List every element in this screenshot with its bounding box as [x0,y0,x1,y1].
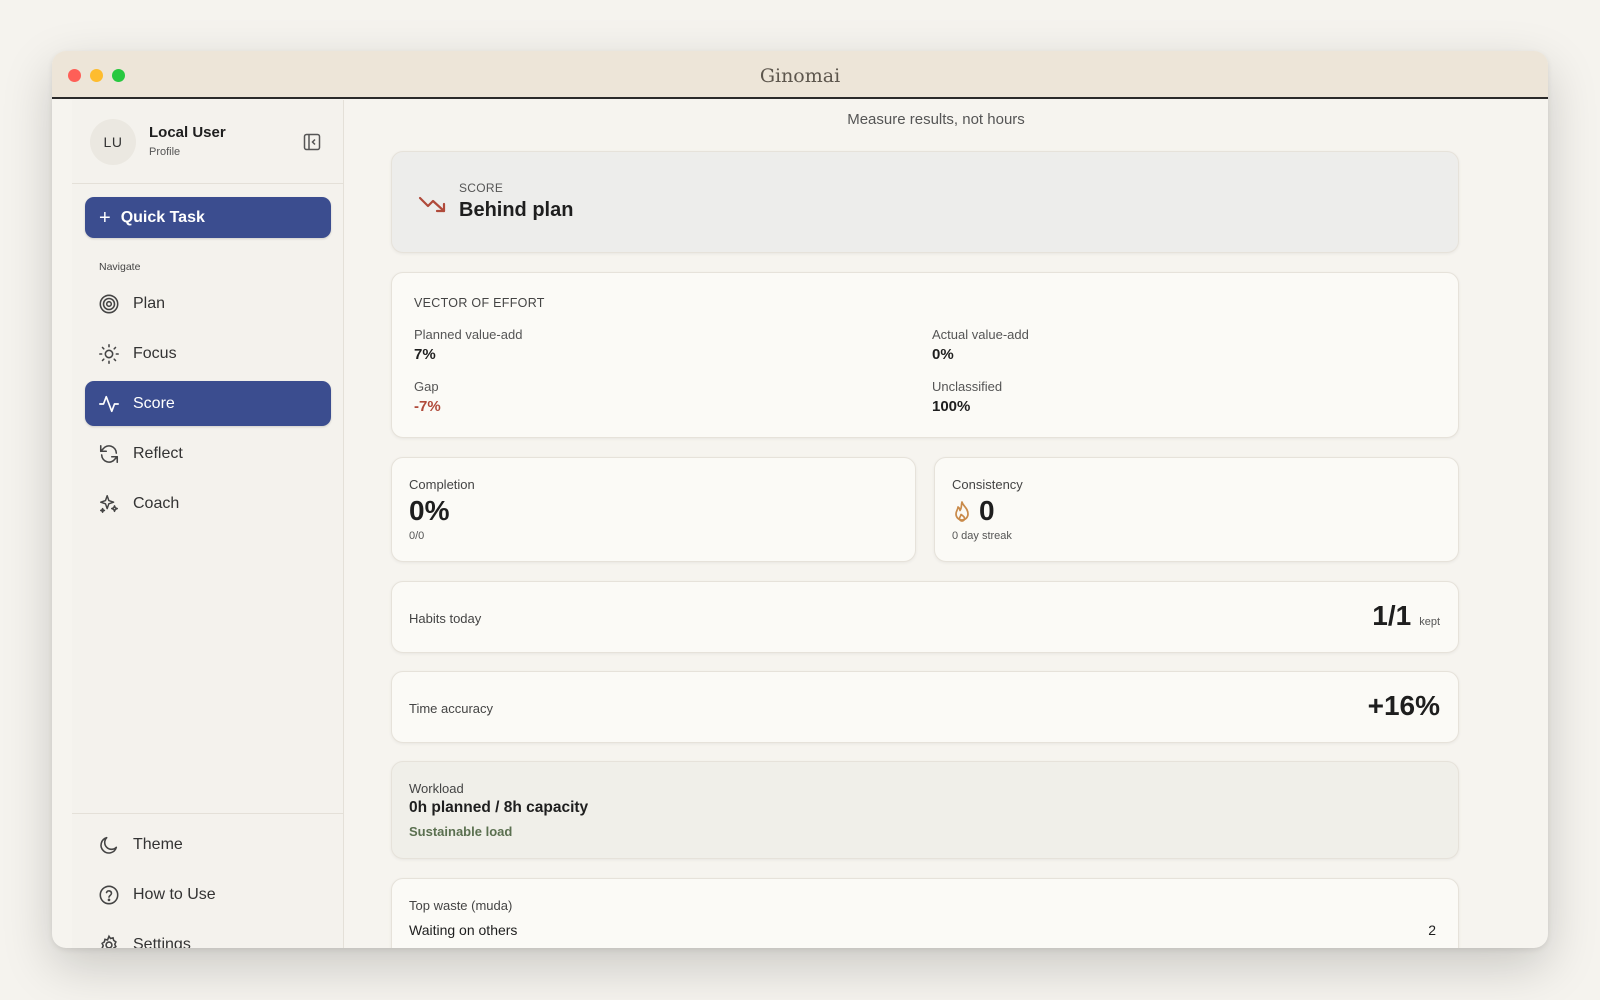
flame-icon [955,501,969,522]
streak-detail: 0 day streak [952,530,1012,542]
workload-label: Workload [409,781,464,796]
help-circle-icon [99,885,119,904]
sidebar-item-plan[interactable]: Plan [85,281,331,326]
sidebar-item-reflect[interactable]: Reflect [85,431,331,476]
waste-count: 2 [1428,922,1436,938]
sidebar-item-label: Focus [133,344,177,362]
sidebar-item-settings[interactable]: Settings [85,922,331,948]
moon-icon [100,836,118,854]
gap-label: Gap [414,379,439,394]
gear-icon [101,934,117,948]
sidebar-item-focus[interactable]: Focus [85,331,331,376]
profile-header[interactable]: LU Local User Profile [72,100,343,184]
actual-value-add-label: Actual value-add [932,327,1029,342]
refresh-icon [99,444,119,463]
page-subtitle: Measure results, not hours [847,111,1025,128]
sidebar-item-label: Settings [133,935,191,949]
score-card: SCORE Behind plan [391,151,1459,253]
unclassified-label: Unclassified [932,379,1003,394]
time-accuracy-card: Time accuracy +16% [391,671,1459,743]
avatar[interactable]: LU [90,119,136,165]
sidebar: LU Local User Profile + Quick Task Navig… [72,100,344,948]
sidebar-item-how-to-use[interactable]: How to Use [85,872,331,917]
time-accuracy-value: +16% [1367,690,1440,721]
time-accuracy-label: Time accuracy [409,701,494,716]
completion-value: 0% [409,495,450,526]
profile-link[interactable]: Profile [149,146,180,158]
vector-title: VECTOR OF EFFORT [414,296,545,310]
sun-icon [99,343,119,364]
planned-value-add-label: Planned value-add [414,327,523,342]
completion-label: Completion [409,477,475,492]
actual-value-add-value: 0% [932,346,954,363]
main-nav: Plan Focus Score Reflect Coach [85,281,331,531]
habits-label: Habits today [409,611,482,626]
sidebar-item-coach[interactable]: Coach [85,481,331,526]
profile-name: Local User [149,124,226,141]
score-status: Behind plan [459,199,574,221]
quick-task-button[interactable]: + Quick Task [85,197,331,238]
plus-icon: + [99,206,111,229]
score-label: SCORE [459,181,504,195]
gap-value: -7% [414,398,441,415]
quick-task-label: Quick Task [120,208,205,226]
vector-of-effort-card: VECTOR OF EFFORT Planned value-add 7% Ac… [391,272,1459,438]
sidebar-item-label: Score [133,394,175,412]
workload-card: Workload 0h planned / 8h capacity Sustai… [391,761,1459,859]
completion-detail: 0/0 [409,530,425,542]
sidebar-item-label: Coach [133,494,180,512]
panel-collapse-icon[interactable] [303,133,321,151]
sidebar-item-label: Theme [133,835,183,853]
app-window: Ginomai LU Local User Profile + Quick Ta… [52,51,1548,948]
consistency-label: Consistency [952,477,1023,492]
unclassified-value: 100% [932,398,971,415]
habits-today-card: Habits today 1/1 kept [391,581,1459,653]
sidebar-item-score[interactable]: Score [85,381,331,426]
target-icon [99,294,119,313]
sidebar-item-theme[interactable]: Theme [85,822,331,867]
consistency-card: Consistency 0 0 day streak [934,457,1459,562]
sidebar-item-label: How to Use [133,885,216,903]
waste-label: Top waste (muda) [409,898,513,913]
habits-summary: 1/1 kept [1372,600,1440,632]
workload-value: 0h planned / 8h capacity [409,799,589,816]
window-title: Ginomai [759,65,841,87]
top-waste-card: Top waste (muda) Waiting on others 2 [391,878,1459,948]
trending-down-icon [418,196,446,213]
nav-heading: Navigate [99,261,141,273]
title-bar: Ginomai [52,51,1548,99]
sidebar-footer: Theme How to Use Settings [72,813,343,948]
sidebar-item-label: Reflect [133,444,183,462]
main-content: Measure results, not hours SCORE Behind … [345,100,1527,948]
consistency-value: 0 [979,495,995,526]
workload-status: Sustainable load [409,824,513,839]
sidebar-item-label: Plan [133,294,166,312]
habits-value: 1/1 [1372,600,1412,631]
waste-item: Waiting on others [409,922,518,938]
habits-unit: kept [1419,616,1440,628]
sparkles-icon [100,494,118,513]
planned-value-add-value: 7% [414,346,436,363]
activity-icon [99,395,119,412]
completion-card: Completion 0% 0/0 [391,457,916,562]
